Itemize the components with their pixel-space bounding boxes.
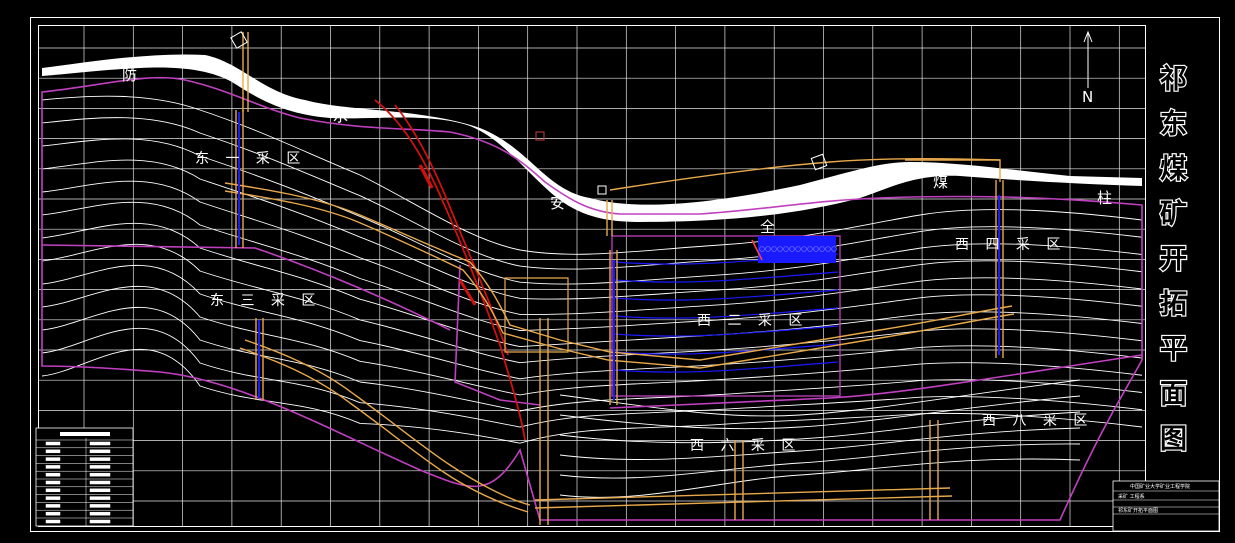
title-char: 煤 <box>1160 154 1187 185</box>
inner-frame <box>38 25 1146 527</box>
title-char: 矿 <box>1160 198 1187 230</box>
title-block-line2: 采矿 工程系 <box>1118 493 1145 500</box>
title-char: 开 <box>1160 244 1187 275</box>
area-label-west4: 西 四 采 区 <box>955 237 1066 253</box>
title-char: 拓 <box>1160 289 1187 320</box>
area-label-west8: 西 八 采 区 <box>982 413 1093 429</box>
area-label-east1: 东 一 采 区 <box>195 151 306 167</box>
mine-plan-drawing: N 防 水 安 全 煤 柱 东 一 采 区 东 三 采 区 西 二 采 区 西 … <box>30 17 1220 532</box>
title-block-line3: 祁东矿开拓平面图 <box>1118 507 1158 514</box>
title-char: 东 <box>1160 108 1187 140</box>
title-block-line1: 中国矿业大学矿业工程学院 <box>1130 483 1190 490</box>
main-roadways <box>224 32 1015 525</box>
mine-boundary <box>41 76 1143 521</box>
title-char: 面 <box>1160 379 1187 410</box>
title-char: 祁 <box>1160 64 1187 95</box>
slogan-char-2: 水 <box>333 107 348 125</box>
slogan-char-1: 防 <box>122 66 137 84</box>
north-label: N <box>1082 88 1093 106</box>
outer-frame <box>30 17 1220 532</box>
area-label-west2: 西 二 采 区 <box>697 313 808 329</box>
slogan-char-3: 安 <box>550 194 565 212</box>
title-char: 平 <box>1160 334 1187 365</box>
slogan-char-4: 全 <box>760 218 775 236</box>
legend-table <box>35 427 134 527</box>
coordinate-grid <box>39 26 1145 526</box>
area-label-east3: 东 三 采 区 <box>210 293 321 309</box>
north-arrow-icon <box>1083 30 1093 88</box>
slogan-char-6: 柱 <box>1097 189 1112 207</box>
title-block: 中国矿业大学矿业工程学院 采矿 工程系 祁东矿开拓平面图 <box>1112 480 1220 532</box>
area-label-west6: 西 六 采 区 <box>690 438 801 454</box>
fault-lines <box>374 99 526 441</box>
shafts <box>238 112 1000 400</box>
drawing-title: 祁东煤矿开拓平面图 <box>1159 63 1188 456</box>
slogan-char-5: 煤 <box>933 173 948 191</box>
title-char: 图 <box>1160 424 1187 455</box>
